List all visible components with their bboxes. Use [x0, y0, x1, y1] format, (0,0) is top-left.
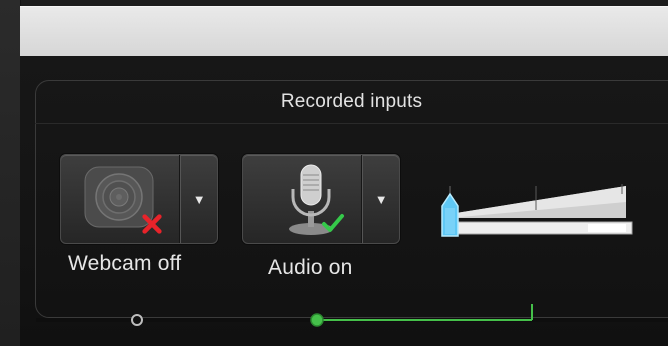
- panel-title: Recorded inputs: [35, 80, 668, 124]
- timeline-marker-inactive[interactable]: [131, 314, 143, 326]
- audio-dropdown-button[interactable]: ▼: [362, 155, 399, 243]
- audio-label: Audio on: [268, 256, 353, 279]
- recorder-window: Recorded inputs ▼ Webcam off ▼ Audio on: [0, 0, 668, 346]
- audio-toggle-group: ▼: [242, 154, 400, 244]
- left-edge-strip: [0, 0, 21, 346]
- timeline-track: [36, 304, 668, 327]
- green-check-icon: [322, 214, 344, 232]
- toolbar-area: [20, 6, 668, 57]
- webcam-toggle-button[interactable]: [61, 155, 181, 243]
- audio-volume-slider[interactable]: [436, 180, 634, 240]
- webcam-label: Webcam off: [68, 252, 182, 275]
- chevron-down-icon: ▼: [374, 191, 388, 207]
- timeline-marker-active[interactable]: [310, 313, 324, 327]
- audio-toggle-button[interactable]: [243, 155, 363, 243]
- chevron-down-icon: ▼: [192, 191, 206, 207]
- webcam-dropdown-button[interactable]: ▼: [180, 155, 217, 243]
- volume-slider-thumb[interactable]: [441, 192, 459, 237]
- webcam-toggle-group: ▼: [60, 154, 218, 244]
- red-x-icon: [142, 214, 162, 234]
